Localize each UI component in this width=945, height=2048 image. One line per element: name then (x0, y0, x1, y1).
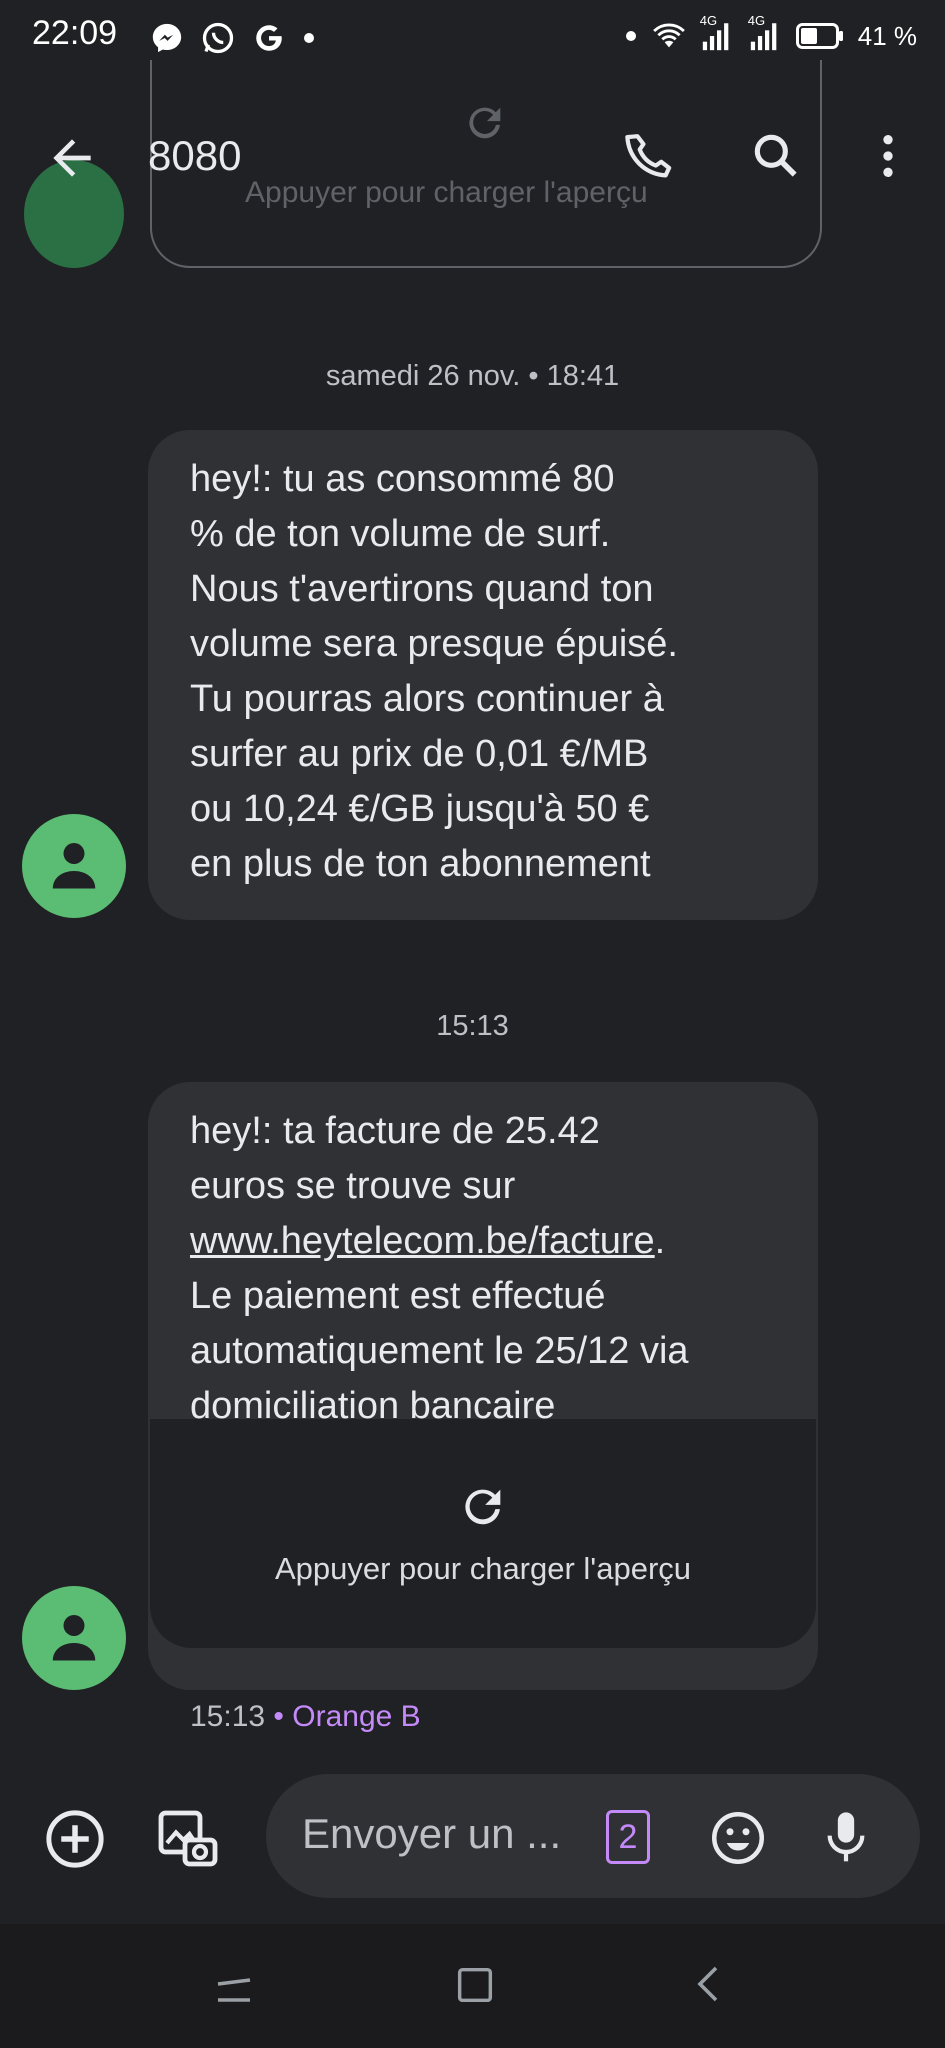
messenger-icon (150, 21, 184, 55)
media-button[interactable] (152, 1804, 224, 1876)
message-text: hey!: tu as consommé 80 % de ton volume … (190, 458, 678, 885)
home-icon (457, 1967, 493, 2003)
battery-icon (795, 23, 844, 49)
message-meta: 15:13 • Orange B (190, 1700, 421, 1734)
meta-separator: • (265, 1700, 293, 1733)
person-icon (52, 843, 96, 889)
status-time: 22:09 (32, 14, 118, 52)
call-button[interactable] (622, 128, 682, 188)
recent-apps-icon (217, 1978, 251, 2002)
message-bubble[interactable]: hey!: tu as consommé 80 % de ton volume … (148, 430, 818, 920)
phone-icon (625, 134, 672, 178)
refresh-icon (462, 100, 508, 146)
mic-icon (827, 1812, 865, 1862)
notification-icons (150, 16, 316, 60)
emoji-icon (712, 1812, 764, 1864)
back-button[interactable] (44, 130, 104, 190)
time-separator: 15:13 (436, 1010, 509, 1042)
google-icon (252, 21, 286, 55)
message-input[interactable]: Envoyer un ... (302, 1810, 561, 1858)
sim-selector[interactable]: 2 (606, 1810, 650, 1864)
message-text-part: hey!: ta facture de 25.42 euros se trouv… (190, 1110, 600, 1207)
message-bubble[interactable]: hey!: ta facture de 25.42 euros se trouv… (148, 1082, 818, 1690)
network-type-label: 4G (747, 13, 766, 28)
avatar[interactable] (22, 814, 126, 918)
search-icon (754, 134, 797, 177)
avatar[interactable] (22, 1586, 126, 1690)
invoice-link[interactable]: www.heytelecom.be/facture (190, 1220, 655, 1262)
add-circle-icon (46, 1810, 104, 1868)
more-vert-icon (883, 135, 893, 177)
battery-percent: 41 % (857, 20, 917, 51)
home-button[interactable] (452, 1962, 498, 2008)
preview-label: Appuyer pour charger l'aperçu (274, 1551, 692, 1586)
dot-icon (302, 31, 316, 45)
more-options-button[interactable] (860, 128, 916, 188)
previous-message-card (150, 60, 822, 268)
sim-label: Orange B (292, 1700, 421, 1733)
system-back-button[interactable] (686, 1960, 734, 2008)
message-text: hey!: ta facture de 25.42 euros se trouv… (148, 1082, 818, 1427)
recent-apps-button[interactable] (210, 1966, 258, 2014)
back-chevron-icon (697, 1966, 718, 2002)
gallery-camera-icon (158, 1810, 218, 1867)
previous-preview-label: Appuyer pour charger l'aperçu (245, 176, 648, 209)
emoji-button[interactable] (708, 1808, 768, 1868)
voice-message-button[interactable] (818, 1806, 874, 1870)
wifi-icon (652, 21, 686, 51)
refresh-icon (465, 1489, 501, 1525)
person-icon (52, 1615, 96, 1661)
whatsapp-icon (200, 20, 236, 56)
date-separator: samedi 26 nov. • 18:41 (325, 360, 620, 392)
dot-icon (624, 29, 638, 43)
arrow-back-icon (53, 139, 91, 177)
signal-2-icon: 4G (748, 13, 782, 53)
signal-1-icon: 4G (700, 13, 734, 53)
message-time: 15:13 (190, 1700, 266, 1733)
network-type-label: 4G (699, 13, 718, 28)
search-button[interactable] (748, 128, 808, 188)
system-icons: 4G 4G 41 % (624, 13, 917, 58)
conversation-title: 8080 (148, 132, 242, 179)
add-attachment-button[interactable] (42, 1806, 108, 1872)
link-preview[interactable]: Appuyer pour charger l'aperçu (150, 1419, 816, 1648)
